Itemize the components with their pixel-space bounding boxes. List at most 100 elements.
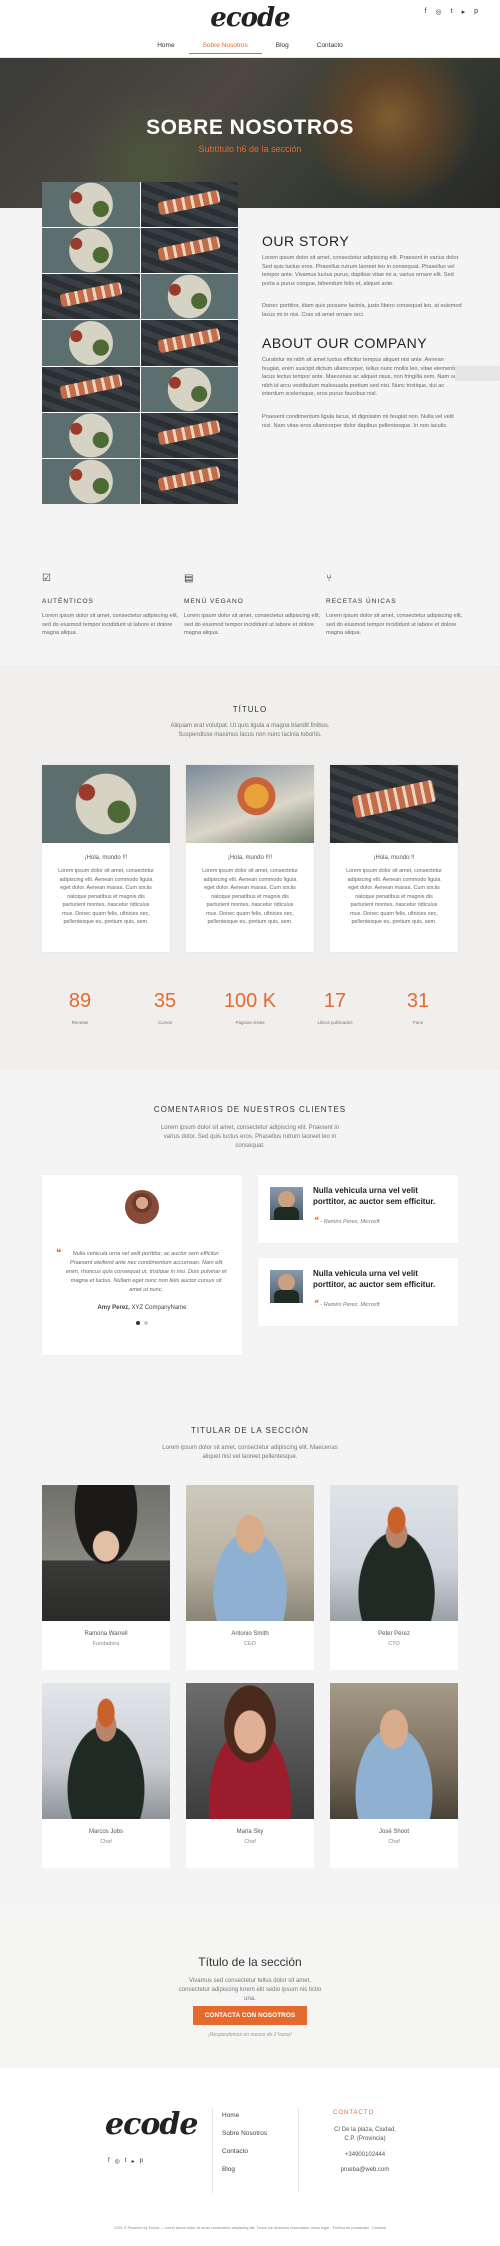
collage-photo — [42, 228, 140, 274]
team-name: Marcos Jobs — [88, 1829, 123, 1835]
team-photo — [42, 1683, 170, 1819]
food-collage — [42, 182, 238, 504]
team-role: Chef — [244, 1839, 256, 1845]
testimonial-main: ❝ Nulla vehicula urna vel velit porttito… — [42, 1175, 242, 1355]
social-links: f ◎ t ▸ p — [425, 8, 478, 16]
feature-text: Lorem ipsum dolor sit amet, consectetur … — [184, 613, 321, 636]
carousel-dot[interactable] — [144, 1321, 148, 1325]
testimonials-title: COMENTARIOS DE NUESTROS CLIENTES — [153, 1105, 347, 1114]
blog-card[interactable]: ¡Hola, mundo !! Lorem ipsum dolor sit am… — [330, 765, 458, 952]
facebook-icon[interactable]: f — [425, 8, 427, 16]
feature-recipes: ⑂ RECETAS ÚNICAS Lorem ipsum dolor sit a… — [326, 573, 466, 638]
blog-title: TÍTULO — [232, 705, 268, 714]
testimonial-photo — [270, 1187, 303, 1220]
team-member-card[interactable]: Antonio Smith CEO — [186, 1485, 314, 1670]
team-title: TITULAR DE LA SECCIÓN — [191, 1426, 309, 1435]
team-member-card[interactable]: José Shoot Chef — [330, 1683, 458, 1868]
footer-divider — [212, 2108, 213, 2193]
team-member-card[interactable]: Peter Pérez CTO — [330, 1485, 458, 1670]
instagram-icon[interactable]: ◎ — [115, 2158, 120, 2165]
team-role: CTO — [388, 1641, 400, 1647]
blog-card-image — [330, 765, 458, 843]
testimonial-company: XYZ CompanyName — [131, 1305, 187, 1311]
team-role: Chef — [100, 1839, 112, 1845]
twitter-icon[interactable]: t — [451, 8, 453, 16]
contact-us-button[interactable]: CONTACTA CON NOSOTROS — [193, 2006, 307, 2025]
footer-link-blog[interactable]: Blog — [222, 2166, 267, 2173]
blog-card[interactable]: ¡Hola, mundo !!! Lorem ipsum dolor sit a… — [42, 765, 170, 952]
pinterest-icon[interactable]: p — [474, 8, 478, 16]
counter-value: 31 — [406, 990, 430, 1012]
collage-photo — [140, 320, 238, 366]
testimonial-quote: Nulla vehicula urna vel velit porttitor,… — [65, 1251, 227, 1293]
team-role: Chef — [388, 1839, 400, 1845]
collage-photo — [42, 458, 140, 504]
collage-photo — [42, 182, 140, 228]
feature-text: Lorem ipsum dolor sit amet, consectetur … — [326, 613, 463, 636]
footer-logo[interactable]: ecode — [105, 2107, 198, 2142]
testimonials-desc: Lorem ipsum dolor sit amet, consectetur … — [160, 1125, 340, 1149]
counter-recipes: 89 Recetas — [55, 990, 105, 1025]
blog-card-text: Lorem ipsum dolor sit amet, consectetur … — [346, 868, 442, 925]
feature-title: MENÚ VEGANO — [184, 598, 244, 605]
blog-card-image — [42, 765, 170, 843]
footer-email[interactable]: prueba@web.com — [330, 2167, 400, 2173]
feature-vegan: ▤ MENÚ VEGANO Lorem ipsum dolor sit amet… — [184, 573, 324, 638]
nav-about[interactable]: Sobre Nosotros — [188, 38, 262, 54]
feature-text: Lorem ipsum dolor sit amet, consectetur … — [42, 613, 179, 636]
testimonial-author: - Ramiro Perez, Microsft — [320, 1302, 380, 1308]
blog-desc: Aliquam erat volutpat. Ut quis ligula a … — [170, 723, 330, 738]
youtube-icon[interactable]: ▸ — [462, 8, 466, 16]
blog-card[interactable]: ¡Hola, mundo !!!! Lorem ipsum dolor sit … — [186, 765, 314, 952]
cta-note: ¡Respondemos en menos de 2 horas! — [208, 2032, 292, 2038]
counter-value: 89 — [68, 990, 92, 1012]
counter-label: Recetas — [71, 1020, 89, 1025]
testimonial-quote: Nulla vehicula urna vel velit porttitor,… — [313, 1186, 436, 1206]
footer-copyright: 2021 © Powered by Ecode — lorem ipsum do… — [114, 2226, 386, 2230]
hero-title: SOBRE NOSOTROS — [146, 116, 354, 139]
collage-photo — [42, 412, 140, 458]
team-member-card[interactable]: Ramona Warrell Fundadora — [42, 1485, 170, 1670]
company-text-1: Curabitur mi nibh sit amet luctus effici… — [262, 357, 462, 397]
team-member-card[interactable]: Maria Sky Chef — [186, 1683, 314, 1868]
counter-value: 100 K — [223, 990, 277, 1012]
footer-link-about[interactable]: Sobre Nosotros — [222, 2130, 267, 2137]
counter-value: 17 — [323, 990, 347, 1012]
nav-contact[interactable]: Contacto — [303, 38, 357, 54]
story-text-1: Lorem ipsum dolor sit amet, consectetur … — [262, 255, 460, 287]
footer-link-home[interactable]: Home — [222, 2112, 267, 2119]
carousel-dot-active[interactable] — [136, 1321, 140, 1325]
feature-title: AUTÉNTICOS — [42, 598, 94, 605]
counter-books: 17 Libros publicados — [310, 990, 360, 1025]
testimonial-author: - Ramiro Perez, Microsft — [320, 1219, 380, 1225]
avatar — [125, 1190, 159, 1224]
collage-photo — [42, 320, 140, 366]
counter-label: Páginas vistas — [235, 1020, 265, 1025]
testimonial-author-line: Amy Perez, XYZ CompanyName — [42, 1305, 242, 1311]
side-tab[interactable] — [455, 366, 500, 381]
collage-photo — [140, 228, 238, 274]
hero-subtitle: Subtítulo h6 de la sección — [198, 144, 302, 154]
youtube-icon[interactable]: ▸ — [132, 2158, 135, 2165]
testimonial-photo — [270, 1270, 303, 1303]
nav-home[interactable]: Home — [143, 38, 188, 54]
company-text-2: Praesent condimentum ligula lacus, id di… — [262, 414, 454, 429]
story-text-2: Donec porttitor, diam quis posuere lacin… — [262, 303, 462, 318]
instagram-icon[interactable]: ◎ — [436, 8, 442, 16]
nav-blog[interactable]: Blog — [262, 38, 303, 54]
collage-photo — [140, 274, 238, 320]
footer-phone[interactable]: +34900102444 — [330, 2152, 400, 2158]
team-name: Ramona Warrell — [84, 1631, 128, 1637]
team-photo — [330, 1683, 458, 1819]
footer-link-contact[interactable]: Contacto — [222, 2148, 267, 2155]
team-member-card[interactable]: Marcos Jobs Chef — [42, 1683, 170, 1868]
counter-courses: 35 Cursos — [140, 990, 190, 1025]
facebook-icon[interactable]: f — [108, 2158, 110, 2165]
carousel-dots — [42, 1321, 242, 1325]
footer-links: Home Sobre Nosotros Contacto Blog — [222, 2112, 267, 2173]
collage-photo — [140, 412, 238, 458]
testimonial-author-line: ❝ - Ramiro Perez, Microsft — [313, 1298, 380, 1309]
twitter-icon[interactable]: t — [125, 2158, 127, 2165]
pinterest-icon[interactable]: p — [140, 2158, 143, 2165]
team-name: José Shoot — [378, 1829, 410, 1835]
